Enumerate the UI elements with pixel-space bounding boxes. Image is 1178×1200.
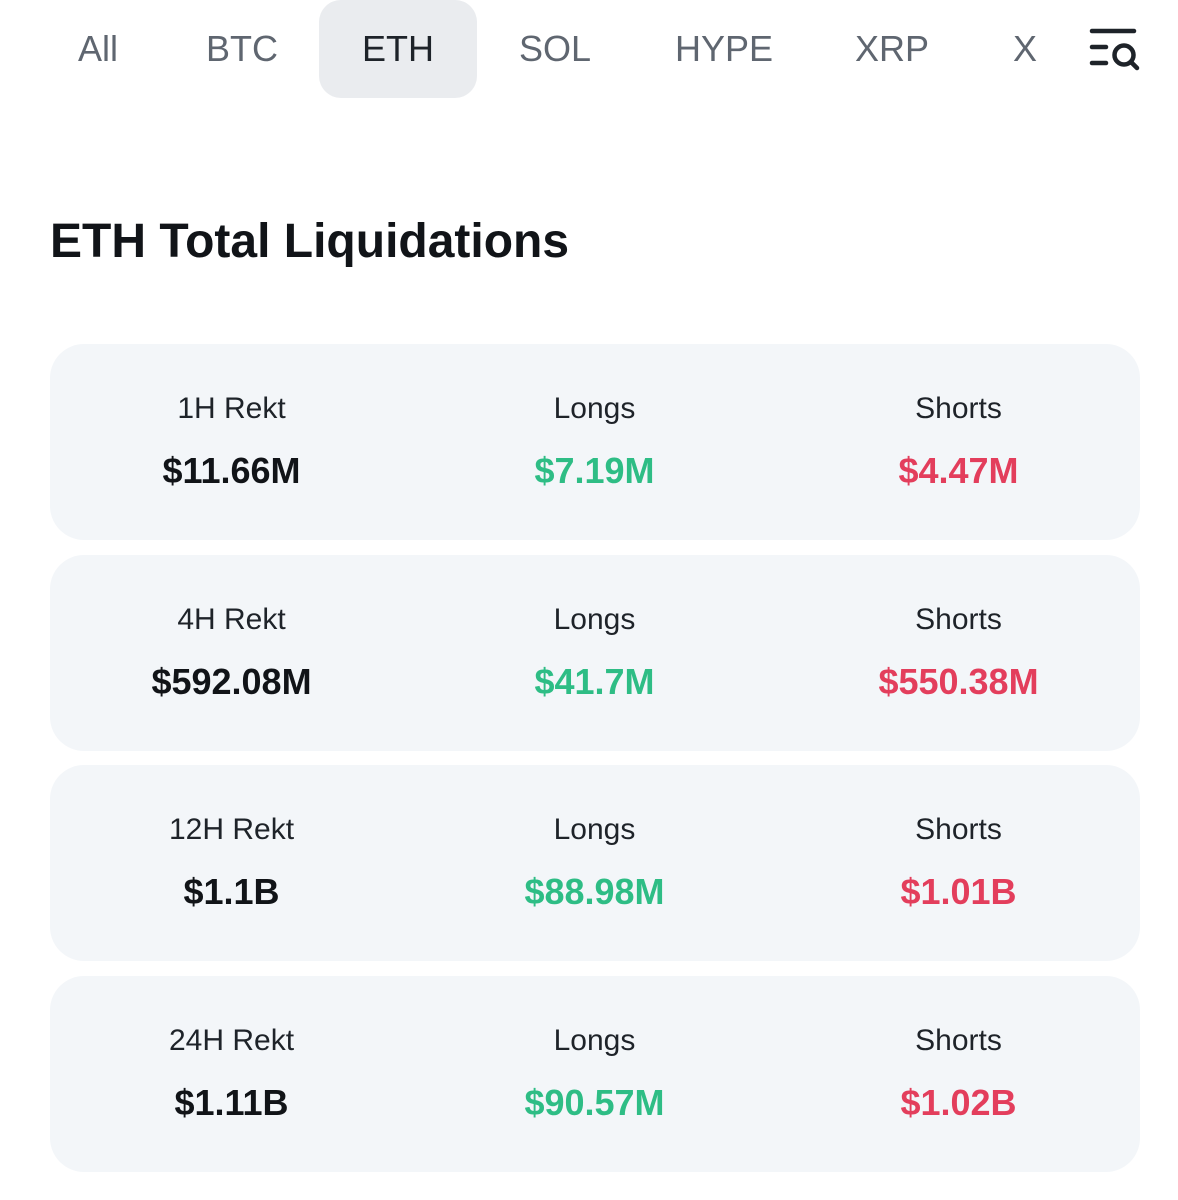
longs-column: Longs $7.19M: [413, 344, 776, 540]
longs-label: Longs: [553, 392, 636, 425]
longs-value: $88.98M: [524, 871, 665, 912]
shorts-value: $4.47M: [898, 450, 1019, 491]
longs-label: Longs: [553, 813, 636, 846]
liquidation-card-1h: 1H Rekt $11.66M Longs $7.19M Shorts $4.4…: [50, 344, 1140, 540]
liquidation-card-4h: 4H Rekt $592.08M Longs $41.7M Shorts $55…: [50, 555, 1140, 751]
total-value: $1.11B: [174, 1082, 289, 1123]
longs-column: Longs $41.7M: [413, 555, 776, 751]
shorts-value: $1.01B: [900, 871, 1017, 912]
tab-hype[interactable]: HYPE: [660, 0, 788, 98]
liquidation-card-24h: 24H Rekt $1.11B Longs $90.57M Shorts $1.…: [50, 976, 1140, 1172]
period-label: 1H Rekt: [177, 392, 286, 425]
longs-value: $41.7M: [534, 661, 655, 702]
total-column: 4H Rekt $592.08M: [50, 555, 413, 751]
total-column: 12H Rekt $1.1B: [50, 765, 413, 961]
list-search-icon[interactable]: [1088, 24, 1142, 74]
tab-btc[interactable]: BTC: [186, 0, 298, 98]
tab-eth[interactable]: ETH: [319, 0, 477, 98]
shorts-column: Shorts $1.02B: [777, 976, 1140, 1172]
shorts-label: Shorts: [915, 392, 1002, 425]
coin-tab-bar: All BTC ETH SOL HYPE XRP X: [0, 0, 1178, 100]
longs-column: Longs $88.98M: [413, 765, 776, 961]
longs-label: Longs: [553, 603, 636, 636]
total-value: $1.1B: [183, 871, 280, 912]
shorts-value: $1.02B: [900, 1082, 1017, 1123]
shorts-label: Shorts: [915, 813, 1002, 846]
tab-x[interactable]: X: [1000, 0, 1050, 98]
period-label: 12H Rekt: [168, 813, 295, 846]
shorts-column: Shorts $1.01B: [777, 765, 1140, 961]
tab-xrp[interactable]: XRP: [836, 0, 948, 98]
shorts-column: Shorts $4.47M: [777, 344, 1140, 540]
tab-all[interactable]: All: [52, 0, 144, 98]
shorts-column: Shorts $550.38M: [777, 555, 1140, 751]
page-title: ETH Total Liquidations: [50, 215, 570, 268]
period-label: 4H Rekt: [177, 603, 286, 636]
longs-value: $90.57M: [524, 1082, 665, 1123]
total-column: 1H Rekt $11.66M: [50, 344, 413, 540]
period-label: 24H Rekt: [168, 1024, 295, 1057]
longs-value: $7.19M: [534, 450, 655, 491]
total-value: $11.66M: [162, 450, 301, 491]
tab-sol[interactable]: SOL: [500, 0, 610, 98]
longs-label: Longs: [553, 1024, 636, 1057]
longs-column: Longs $90.57M: [413, 976, 776, 1172]
shorts-value: $550.38M: [878, 661, 1039, 702]
total-column: 24H Rekt $1.11B: [50, 976, 413, 1172]
shorts-label: Shorts: [915, 603, 1002, 636]
total-value: $592.08M: [151, 661, 312, 702]
shorts-label: Shorts: [915, 1024, 1002, 1057]
liquidation-card-12h: 12H Rekt $1.1B Longs $88.98M Shorts $1.0…: [50, 765, 1140, 961]
